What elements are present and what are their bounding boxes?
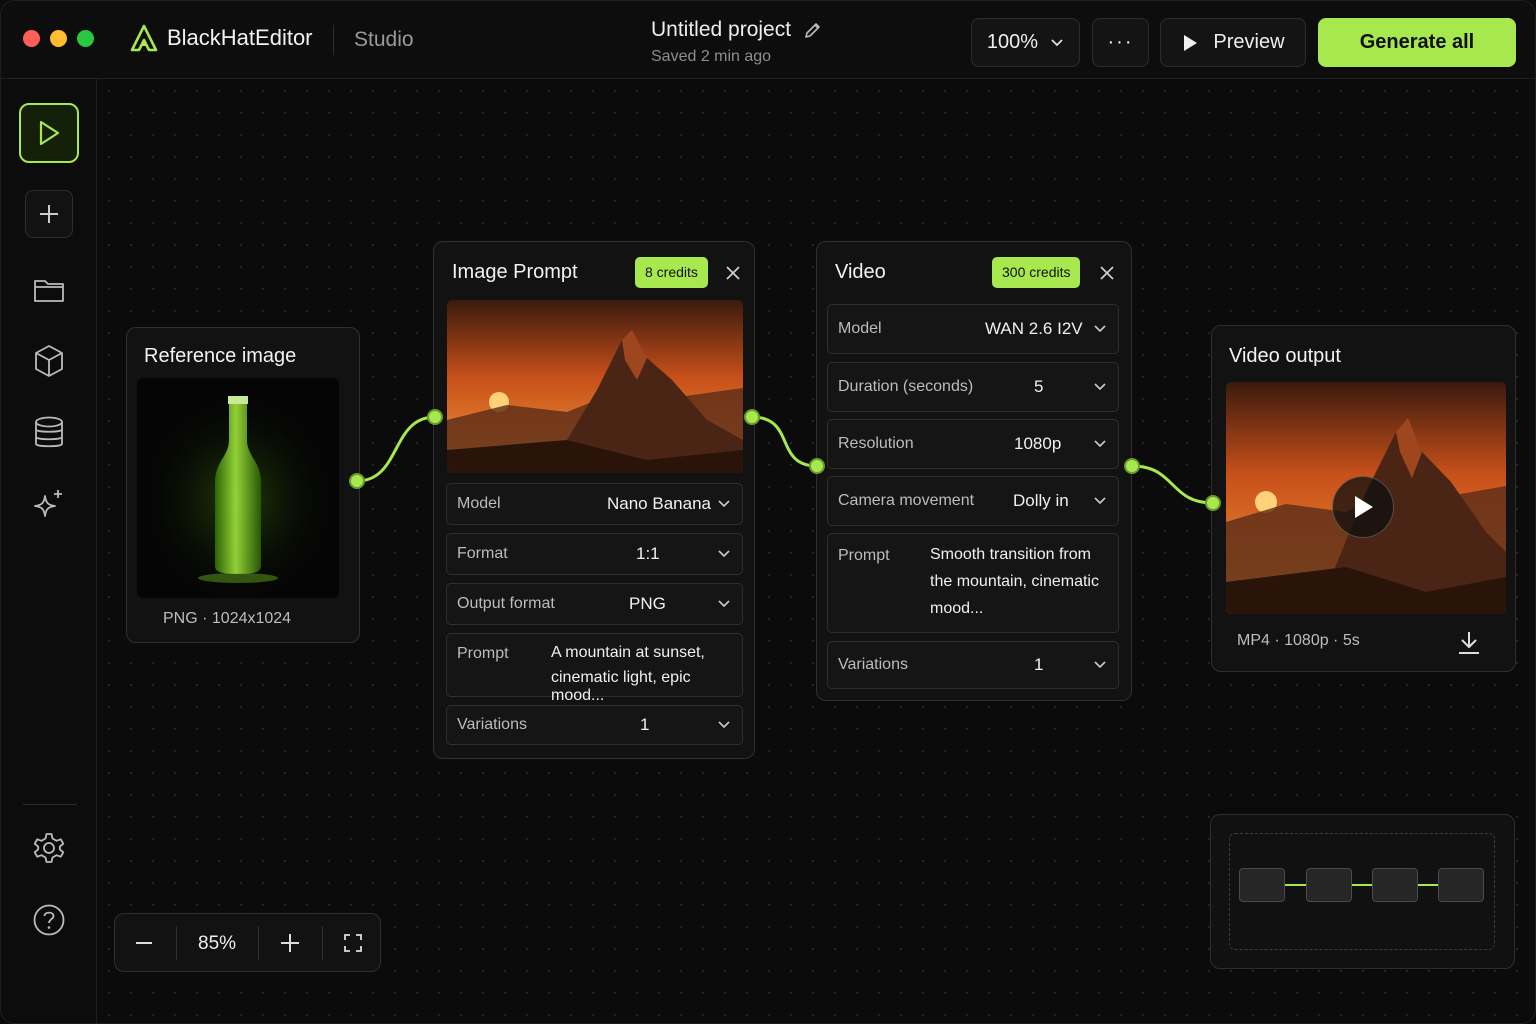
field-label: Prompt	[838, 547, 890, 564]
field-label: Variations	[457, 716, 527, 733]
video-prompt-textarea[interactable]: Prompt Smooth transition from the mounta…	[827, 533, 1119, 633]
close-icon[interactable]	[723, 263, 743, 283]
field-value: Dolly in	[1013, 491, 1069, 510]
field-label: Duration (seconds)	[838, 378, 974, 395]
output-port[interactable]	[744, 409, 760, 425]
minimap-edge	[1285, 884, 1306, 886]
prompt-textarea[interactable]: Prompt A mountain at sunset, cinematic l…	[446, 633, 743, 704]
chevron-down-icon	[1094, 661, 1106, 669]
field-value: 1:1	[636, 544, 660, 563]
minimap-viewport[interactable]	[1229, 833, 1495, 950]
divider	[258, 926, 259, 960]
resolution-select[interactable]: Resolution 1080p	[827, 419, 1119, 469]
chevron-down-icon	[718, 550, 730, 558]
field-label: Model	[457, 495, 501, 512]
variations-select[interactable]: Variations 1	[446, 705, 743, 745]
prompt-line: Smooth transition from	[930, 546, 1091, 563]
output-port[interactable]	[1124, 458, 1140, 474]
chevron-down-icon	[1094, 325, 1106, 333]
minimap-node	[1438, 868, 1484, 902]
field-value: WAN 2.6 I2V	[985, 319, 1083, 338]
camera-movement-select[interactable]: Camera movement Dolly in	[827, 476, 1119, 526]
prompt-line: the mountain, cinematic	[930, 573, 1099, 590]
prompt-line: cinematic light, epic mood...	[551, 669, 691, 704]
input-port[interactable]	[809, 458, 825, 474]
field-value: 1080p	[1014, 434, 1062, 453]
prompt-line: mood...	[930, 600, 984, 617]
app-window: BlackHatEditor Studio Untitled project S…	[0, 0, 1536, 1024]
video-model-select[interactable]: Model WAN 2.6 I2V	[827, 304, 1119, 354]
field-label: Output format	[457, 595, 555, 612]
minimap[interactable]	[1210, 814, 1515, 969]
field-value: 5	[1034, 377, 1044, 396]
chevron-down-icon	[1094, 383, 1106, 391]
plus-icon[interactable]	[279, 932, 301, 954]
chevron-down-icon	[1094, 440, 1106, 448]
credits-badge: 300 credits	[992, 257, 1081, 288]
field-label: Model	[838, 320, 882, 337]
divider	[322, 926, 323, 960]
field-label: Format	[457, 545, 508, 562]
minimap-node	[1306, 868, 1352, 902]
chevron-down-icon	[718, 600, 730, 608]
field-value: 1	[1034, 655, 1044, 674]
minimap-edge	[1352, 884, 1373, 886]
minimap-edge	[1418, 884, 1439, 886]
field-label: Resolution	[838, 435, 914, 452]
node-title: Video output	[1229, 345, 1341, 367]
edge-prompt-to-video	[751, 415, 818, 468]
chevron-down-icon	[1094, 497, 1106, 505]
download-icon[interactable]	[1456, 629, 1482, 657]
bottle-image	[137, 378, 339, 598]
model-select[interactable]: Model Nano Banana	[446, 483, 743, 525]
play-button[interactable]	[1332, 476, 1394, 538]
output-meta: MP4 · 1080p · 5s	[1237, 632, 1360, 649]
play-icon	[1355, 496, 1373, 518]
field-label: Variations	[838, 656, 908, 673]
field-value: Nano Banana	[607, 494, 711, 513]
node-video[interactable]: Video 300 credits Model WAN 2.6 I2V Dura…	[816, 241, 1132, 701]
credits-badge: 8 credits	[635, 257, 708, 288]
field-value: 1	[640, 715, 650, 734]
format-select[interactable]: Format 1:1	[446, 533, 743, 575]
duration-select[interactable]: Duration (seconds) 5	[827, 362, 1119, 412]
reference-thumbnail	[137, 378, 339, 598]
input-port[interactable]	[427, 409, 443, 425]
mountain-image	[447, 300, 743, 473]
field-label: Prompt	[457, 645, 509, 662]
edge-reference-to-prompt	[356, 415, 436, 483]
divider	[176, 926, 177, 960]
node-title: Video	[835, 261, 886, 283]
node-title: Reference image	[144, 345, 297, 367]
chevron-down-icon	[718, 721, 730, 729]
output-format-select[interactable]: Output format PNG	[446, 583, 743, 625]
field-value: PNG	[629, 594, 666, 613]
node-image-prompt[interactable]: Image Prompt 8 credits Model Nano Banana…	[433, 241, 755, 759]
node-title: Image Prompt	[452, 261, 578, 283]
prompt-preview-image	[447, 300, 743, 473]
chevron-down-icon	[718, 500, 730, 508]
video-variations-select[interactable]: Variations 1	[827, 641, 1119, 689]
field-label: Camera movement	[838, 492, 975, 509]
video-player[interactable]	[1226, 382, 1506, 614]
prompt-line: A mountain at sunset,	[551, 644, 705, 661]
minimap-node	[1372, 868, 1418, 902]
input-port[interactable]	[1205, 495, 1221, 511]
zoom-level: 85%	[198, 933, 237, 954]
edge-video-to-output	[1131, 464, 1214, 505]
fullscreen-icon[interactable]	[343, 933, 363, 953]
canvas-zoom-controls: 85%	[114, 913, 381, 972]
node-reference-image[interactable]: Reference image PNG · 1024x1024	[126, 327, 360, 643]
output-port[interactable]	[349, 473, 365, 489]
close-icon[interactable]	[1097, 263, 1117, 283]
reference-meta: PNG · 1024x1024	[163, 610, 292, 627]
node-video-output[interactable]: Video output MP4 · 1080p · 5s	[1211, 325, 1516, 672]
minus-icon[interactable]	[134, 933, 154, 953]
minimap-node	[1239, 868, 1285, 902]
